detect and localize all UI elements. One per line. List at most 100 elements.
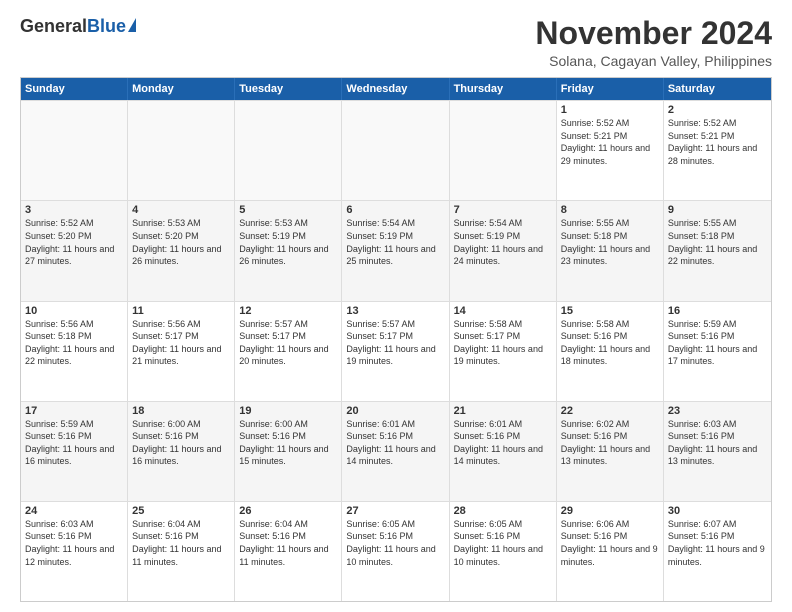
calendar-cell-r4-c3: 27Sunrise: 6:05 AM Sunset: 5:16 PM Dayli… <box>342 502 449 601</box>
header-thursday: Thursday <box>450 78 557 100</box>
day-info: Sunrise: 5:59 AM Sunset: 5:16 PM Dayligh… <box>668 318 767 368</box>
calendar-row-2: 3Sunrise: 5:52 AM Sunset: 5:20 PM Daylig… <box>21 200 771 300</box>
calendar-cell-r2-c3: 13Sunrise: 5:57 AM Sunset: 5:17 PM Dayli… <box>342 302 449 401</box>
calendar-cell-r0-c0 <box>21 101 128 200</box>
day-info: Sunrise: 6:04 AM Sunset: 5:16 PM Dayligh… <box>239 518 337 568</box>
day-info: Sunrise: 6:04 AM Sunset: 5:16 PM Dayligh… <box>132 518 230 568</box>
calendar-cell-r1-c1: 4Sunrise: 5:53 AM Sunset: 5:20 PM Daylig… <box>128 201 235 300</box>
day-info: Sunrise: 6:03 AM Sunset: 5:16 PM Dayligh… <box>668 418 767 468</box>
day-number: 27 <box>346 505 444 517</box>
day-info: Sunrise: 6:01 AM Sunset: 5:16 PM Dayligh… <box>346 418 444 468</box>
day-info: Sunrise: 6:05 AM Sunset: 5:16 PM Dayligh… <box>454 518 552 568</box>
day-number: 20 <box>346 405 444 417</box>
calendar-cell-r2-c5: 15Sunrise: 5:58 AM Sunset: 5:16 PM Dayli… <box>557 302 664 401</box>
calendar-cell-r0-c3 <box>342 101 449 200</box>
logo-general: General <box>20 16 87 37</box>
calendar-cell-r1-c3: 6Sunrise: 5:54 AM Sunset: 5:19 PM Daylig… <box>342 201 449 300</box>
day-number: 5 <box>239 204 337 216</box>
calendar-cell-r0-c5: 1Sunrise: 5:52 AM Sunset: 5:21 PM Daylig… <box>557 101 664 200</box>
day-number: 12 <box>239 305 337 317</box>
day-info: Sunrise: 5:58 AM Sunset: 5:16 PM Dayligh… <box>561 318 659 368</box>
calendar-cell-r1-c4: 7Sunrise: 5:54 AM Sunset: 5:19 PM Daylig… <box>450 201 557 300</box>
header-wednesday: Wednesday <box>342 78 449 100</box>
calendar-cell-r4-c4: 28Sunrise: 6:05 AM Sunset: 5:16 PM Dayli… <box>450 502 557 601</box>
calendar-cell-r2-c2: 12Sunrise: 5:57 AM Sunset: 5:17 PM Dayli… <box>235 302 342 401</box>
calendar-cell-r3-c2: 19Sunrise: 6:00 AM Sunset: 5:16 PM Dayli… <box>235 402 342 501</box>
day-number: 13 <box>346 305 444 317</box>
header-saturday: Saturday <box>664 78 771 100</box>
day-number: 17 <box>25 405 123 417</box>
day-number: 18 <box>132 405 230 417</box>
calendar-cell-r1-c5: 8Sunrise: 5:55 AM Sunset: 5:18 PM Daylig… <box>557 201 664 300</box>
day-info: Sunrise: 6:00 AM Sunset: 5:16 PM Dayligh… <box>132 418 230 468</box>
calendar-cell-r0-c4 <box>450 101 557 200</box>
day-number: 19 <box>239 405 337 417</box>
day-info: Sunrise: 6:01 AM Sunset: 5:16 PM Dayligh… <box>454 418 552 468</box>
day-number: 10 <box>25 305 123 317</box>
logo-icon <box>128 18 136 32</box>
header-monday: Monday <box>128 78 235 100</box>
day-number: 8 <box>561 204 659 216</box>
calendar-cell-r4-c6: 30Sunrise: 6:07 AM Sunset: 5:16 PM Dayli… <box>664 502 771 601</box>
day-number: 16 <box>668 305 767 317</box>
day-info: Sunrise: 5:53 AM Sunset: 5:19 PM Dayligh… <box>239 217 337 267</box>
calendar-cell-r0-c1 <box>128 101 235 200</box>
day-info: Sunrise: 5:55 AM Sunset: 5:18 PM Dayligh… <box>668 217 767 267</box>
day-number: 30 <box>668 505 767 517</box>
day-number: 2 <box>668 104 767 116</box>
day-number: 4 <box>132 204 230 216</box>
day-info: Sunrise: 5:57 AM Sunset: 5:17 PM Dayligh… <box>346 318 444 368</box>
day-info: Sunrise: 5:55 AM Sunset: 5:18 PM Dayligh… <box>561 217 659 267</box>
day-number: 25 <box>132 505 230 517</box>
header: General Blue November 2024 Solana, Cagay… <box>20 16 772 69</box>
day-info: Sunrise: 5:52 AM Sunset: 5:21 PM Dayligh… <box>668 117 767 167</box>
day-info: Sunrise: 5:58 AM Sunset: 5:17 PM Dayligh… <box>454 318 552 368</box>
day-number: 24 <box>25 505 123 517</box>
month-title: November 2024 <box>535 16 772 51</box>
logo-blue: Blue <box>87 16 126 37</box>
day-number: 11 <box>132 305 230 317</box>
calendar-cell-r1-c6: 9Sunrise: 5:55 AM Sunset: 5:18 PM Daylig… <box>664 201 771 300</box>
day-info: Sunrise: 5:54 AM Sunset: 5:19 PM Dayligh… <box>346 217 444 267</box>
day-info: Sunrise: 6:03 AM Sunset: 5:16 PM Dayligh… <box>25 518 123 568</box>
title-block: November 2024 Solana, Cagayan Valley, Ph… <box>535 16 772 69</box>
logo: General Blue <box>20 16 136 37</box>
day-info: Sunrise: 5:52 AM Sunset: 5:21 PM Dayligh… <box>561 117 659 167</box>
calendar-cell-r4-c5: 29Sunrise: 6:06 AM Sunset: 5:16 PM Dayli… <box>557 502 664 601</box>
calendar-body: 1Sunrise: 5:52 AM Sunset: 5:21 PM Daylig… <box>21 100 771 601</box>
header-tuesday: Tuesday <box>235 78 342 100</box>
calendar: Sunday Monday Tuesday Wednesday Thursday… <box>20 77 772 602</box>
location: Solana, Cagayan Valley, Philippines <box>535 53 772 69</box>
calendar-cell-r1-c0: 3Sunrise: 5:52 AM Sunset: 5:20 PM Daylig… <box>21 201 128 300</box>
day-info: Sunrise: 5:54 AM Sunset: 5:19 PM Dayligh… <box>454 217 552 267</box>
calendar-row-5: 24Sunrise: 6:03 AM Sunset: 5:16 PM Dayli… <box>21 501 771 601</box>
calendar-cell-r3-c6: 23Sunrise: 6:03 AM Sunset: 5:16 PM Dayli… <box>664 402 771 501</box>
day-info: Sunrise: 5:59 AM Sunset: 5:16 PM Dayligh… <box>25 418 123 468</box>
day-number: 3 <box>25 204 123 216</box>
calendar-cell-r2-c1: 11Sunrise: 5:56 AM Sunset: 5:17 PM Dayli… <box>128 302 235 401</box>
calendar-cell-r3-c3: 20Sunrise: 6:01 AM Sunset: 5:16 PM Dayli… <box>342 402 449 501</box>
calendar-row-1: 1Sunrise: 5:52 AM Sunset: 5:21 PM Daylig… <box>21 100 771 200</box>
calendar-header: Sunday Monday Tuesday Wednesday Thursday… <box>21 78 771 100</box>
calendar-cell-r2-c4: 14Sunrise: 5:58 AM Sunset: 5:17 PM Dayli… <box>450 302 557 401</box>
calendar-cell-r1-c2: 5Sunrise: 5:53 AM Sunset: 5:19 PM Daylig… <box>235 201 342 300</box>
day-info: Sunrise: 5:52 AM Sunset: 5:20 PM Dayligh… <box>25 217 123 267</box>
day-info: Sunrise: 6:07 AM Sunset: 5:16 PM Dayligh… <box>668 518 767 568</box>
page: General Blue November 2024 Solana, Cagay… <box>0 0 792 612</box>
day-number: 1 <box>561 104 659 116</box>
calendar-row-4: 17Sunrise: 5:59 AM Sunset: 5:16 PM Dayli… <box>21 401 771 501</box>
day-info: Sunrise: 6:00 AM Sunset: 5:16 PM Dayligh… <box>239 418 337 468</box>
calendar-cell-r2-c0: 10Sunrise: 5:56 AM Sunset: 5:18 PM Dayli… <box>21 302 128 401</box>
day-info: Sunrise: 5:56 AM Sunset: 5:18 PM Dayligh… <box>25 318 123 368</box>
day-info: Sunrise: 6:06 AM Sunset: 5:16 PM Dayligh… <box>561 518 659 568</box>
header-friday: Friday <box>557 78 664 100</box>
calendar-cell-r0-c6: 2Sunrise: 5:52 AM Sunset: 5:21 PM Daylig… <box>664 101 771 200</box>
calendar-cell-r4-c1: 25Sunrise: 6:04 AM Sunset: 5:16 PM Dayli… <box>128 502 235 601</box>
calendar-cell-r0-c2 <box>235 101 342 200</box>
day-number: 14 <box>454 305 552 317</box>
day-info: Sunrise: 5:53 AM Sunset: 5:20 PM Dayligh… <box>132 217 230 267</box>
day-number: 28 <box>454 505 552 517</box>
day-number: 15 <box>561 305 659 317</box>
calendar-cell-r4-c0: 24Sunrise: 6:03 AM Sunset: 5:16 PM Dayli… <box>21 502 128 601</box>
calendar-cell-r2-c6: 16Sunrise: 5:59 AM Sunset: 5:16 PM Dayli… <box>664 302 771 401</box>
